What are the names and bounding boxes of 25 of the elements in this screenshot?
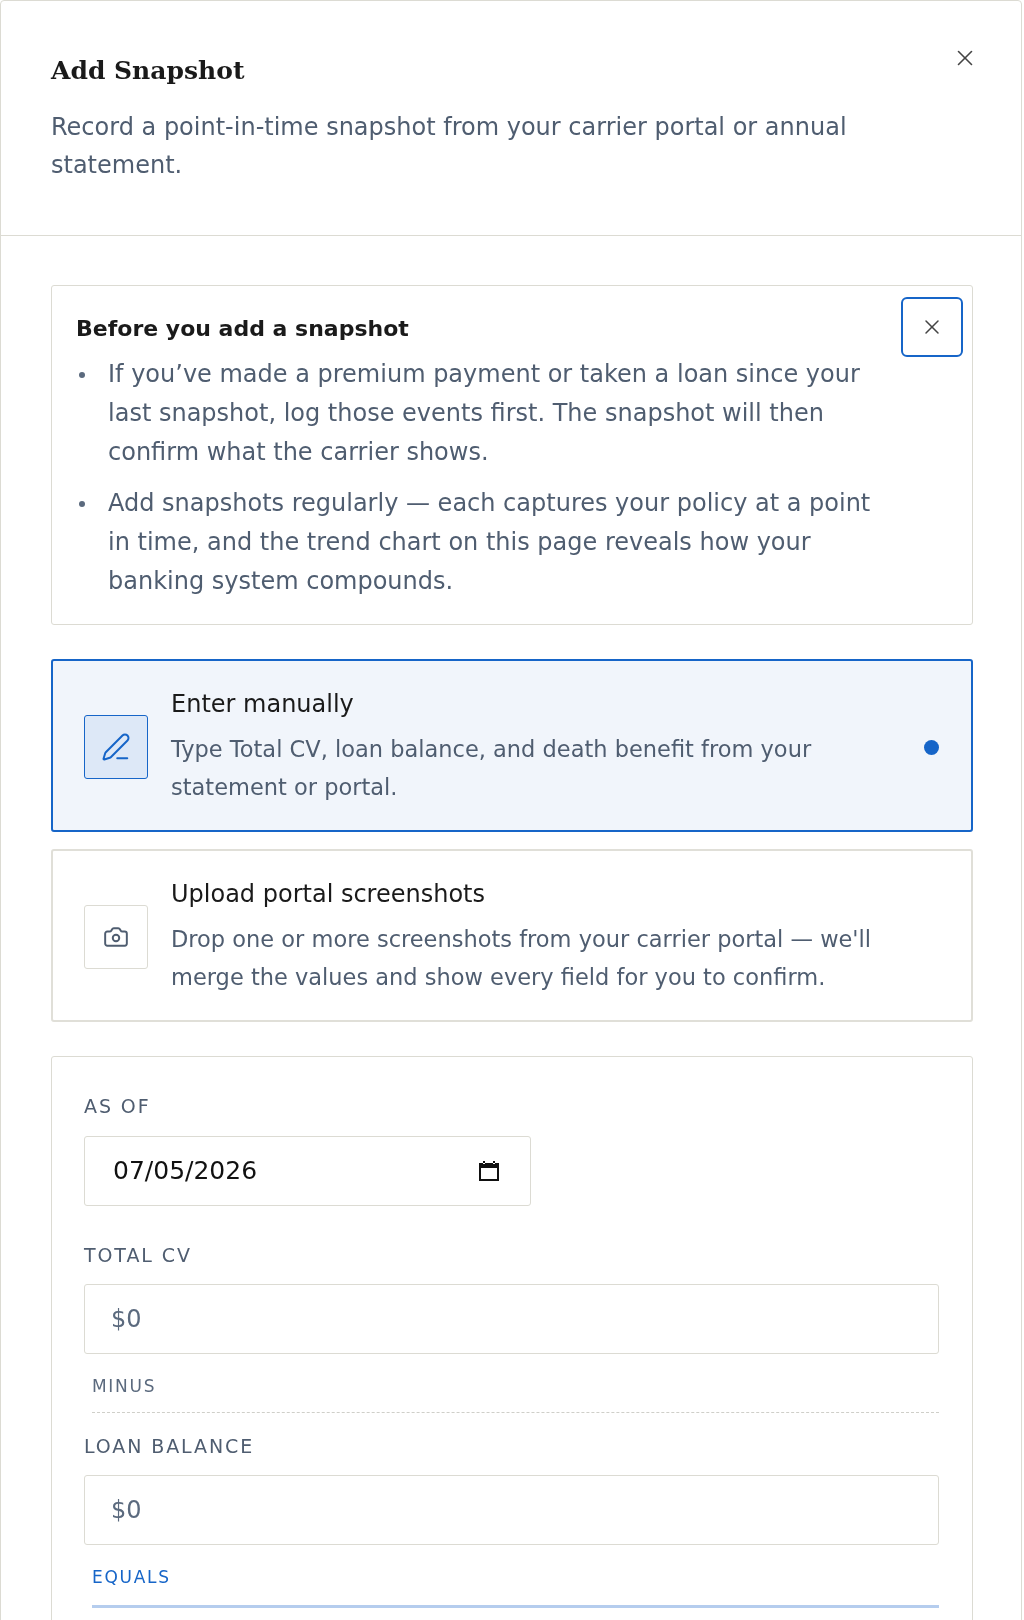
- operator-label: EQUALS: [92, 1566, 172, 1589]
- camera-icon: [84, 905, 148, 969]
- bullet-icon: [79, 500, 85, 507]
- money-field[interactable]: $0: [84, 1284, 939, 1354]
- date-field[interactable]: 07/05/2026: [84, 1136, 531, 1206]
- pencil-icon: [84, 715, 148, 779]
- notice-text: If you’ve made a premium payment or taken a loan since your last snapshot, log those events first. The snapshot will then confirm what the carrier shows.: [108, 359, 861, 468]
- field-label: AS OF: [84, 1094, 152, 1119]
- dialog-subtitle: Record a point-in-time snapshot from your carrier portal or annual statement.: [51, 112, 848, 181]
- dismiss-button[interactable]: [901, 297, 963, 357]
- operator-label: MINUS: [92, 1375, 158, 1398]
- option-card[interactable]: Enter manually Type Total CV, loan balance, and death benefit from your statement or portal.: [51, 659, 973, 832]
- dialog-title: Add Snapshot: [51, 55, 246, 87]
- option-description: Drop one or more screenshots from your carrier portal — we'll merge the values and show every field for you to confirm.: [171, 925, 873, 992]
- money-field[interactable]: $0: [84, 1475, 939, 1545]
- notice-title: Before you add a snapshot: [76, 315, 410, 343]
- notice-text: Add snapshots regularly — each captures your policy at a point in time, and the trend chart on this page reveals how your banking system compounds.: [108, 488, 872, 597]
- field-label: TOTAL CV: [84, 1243, 193, 1268]
- calendar-icon[interactable]: [478, 1160, 500, 1182]
- option-title: Upload portal screenshots: [171, 879, 486, 910]
- field-label: LOAN BALANCE: [84, 1434, 256, 1459]
- option-card[interactable]: Upload portal screenshots Drop one or more screenshots from your carrier portal — we'll merge the values and show every field for you to confirm.: [51, 849, 973, 1022]
- option-title: Enter manually: [171, 689, 355, 720]
- bullet-icon: [79, 371, 85, 378]
- option-description: Type Total CV, loan balance, and death benefit from your statement or portal.: [171, 735, 813, 802]
